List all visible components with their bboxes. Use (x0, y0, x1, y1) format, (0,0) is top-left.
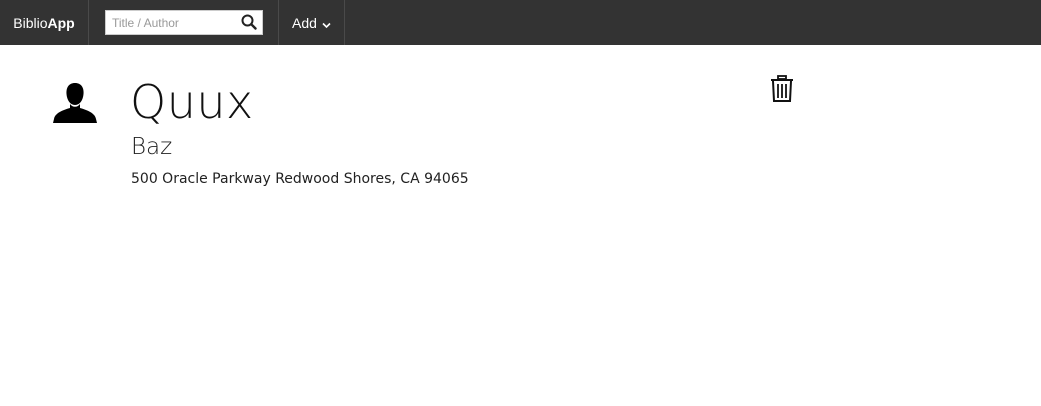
author-name: Quux (130, 75, 254, 129)
trash-icon[interactable] (768, 74, 796, 104)
search-box (105, 10, 263, 35)
search-icon[interactable] (240, 13, 258, 31)
brand-text-light: Biblio (13, 14, 48, 31)
chevron-down-icon (322, 16, 331, 32)
author-address: 500 Oracle Parkway Redwood Shores, CA 94… (131, 171, 469, 187)
brand-text-bold: App (47, 14, 75, 31)
search-area (89, 0, 279, 45)
search-input[interactable] (106, 11, 234, 34)
add-menu-button[interactable]: Add (279, 0, 345, 45)
brand-logo[interactable]: Biblio App (0, 0, 89, 45)
top-navbar: BiblioApp Add (0, 0, 1041, 45)
user-silhouette-icon (52, 82, 98, 124)
author-subtitle: Baz (131, 134, 173, 160)
add-menu-label: Add (292, 14, 317, 31)
